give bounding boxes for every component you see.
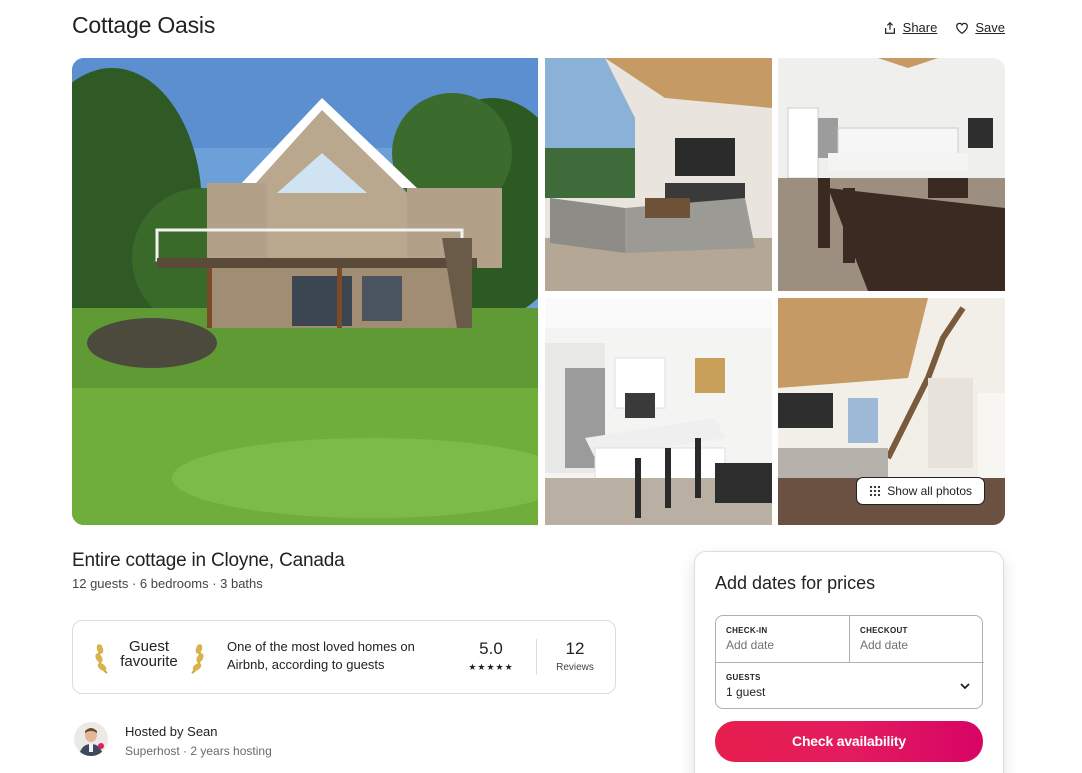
top-actions: Share Save — [883, 20, 1005, 35]
rating-value: 5.0 — [479, 639, 503, 658]
checkin-field[interactable]: CHECK-IN Add date — [716, 616, 850, 662]
divider — [536, 639, 537, 675]
checkin-value: Add date — [726, 638, 775, 652]
listing-title: Entire cottage in Cloyne, Canada — [72, 550, 345, 571]
guest-favourite-description: One of the most loved homes on Airbnb, a… — [227, 639, 415, 672]
laurel-icon — [191, 644, 204, 674]
booking-title: Add dates for prices — [715, 573, 876, 593]
guests-value: 1 guest — [726, 685, 766, 699]
page-title: Cottage Oasis — [72, 12, 216, 38]
chevron-down-icon — [960, 683, 970, 690]
show-all-photos-label: Show all photos — [887, 484, 972, 498]
photo-dining-area[interactable] — [778, 58, 1005, 291]
host-meta: Superhost · 2 years hosting — [125, 744, 272, 758]
photo-kitchen[interactable] — [545, 298, 772, 525]
checkout-field[interactable]: CHECKOUT Add date — [850, 616, 984, 662]
booking-card: Add dates for prices CHECK-IN Add date C… — [694, 551, 1004, 773]
photo-gallery: Show all photos — [72, 58, 1005, 525]
save-label: Save — [975, 20, 1005, 35]
badge-line-1: Guest — [128, 638, 170, 655]
share-button[interactable]: Share — [883, 20, 938, 35]
photo-exterior[interactable] — [72, 58, 538, 525]
share-icon — [884, 21, 895, 34]
photo-living-room[interactable] — [545, 58, 772, 291]
guest-favourite-badge: Guest favourite — [113, 639, 185, 669]
date-picker: CHECK-IN Add date CHECKOUT Add date GUES… — [715, 615, 984, 710]
rating-stars: ★★★★★ — [468, 662, 514, 672]
avatar[interactable] — [74, 722, 108, 756]
laurel-icon — [95, 644, 108, 674]
share-label: Share — [902, 20, 938, 35]
checkout-label: CHECKOUT — [860, 626, 908, 635]
check-availability-button[interactable]: Check availability — [715, 721, 983, 762]
listing-details: 12 guests · 6 bedrooms · 3 baths — [72, 576, 263, 591]
heart-icon — [956, 22, 969, 34]
reviews-count[interactable]: 12 — [547, 639, 603, 659]
checkout-value: Add date — [860, 638, 909, 652]
host-name: Hosted by Sean — [125, 724, 218, 739]
guests-select[interactable]: GUESTS 1 guest — [716, 662, 984, 710]
badge-line-2: favourite — [120, 653, 178, 670]
guests-label: GUESTS — [726, 673, 761, 682]
show-all-photos-button[interactable]: Show all photos — [856, 477, 985, 505]
reviews-label[interactable]: Reviews — [547, 662, 603, 673]
checkin-label: CHECK-IN — [726, 626, 768, 635]
guest-favourite-card[interactable]: Guest favourite One of the most loved ho… — [72, 620, 616, 694]
save-button[interactable]: Save — [955, 20, 1005, 35]
grid-icon — [870, 485, 881, 497]
